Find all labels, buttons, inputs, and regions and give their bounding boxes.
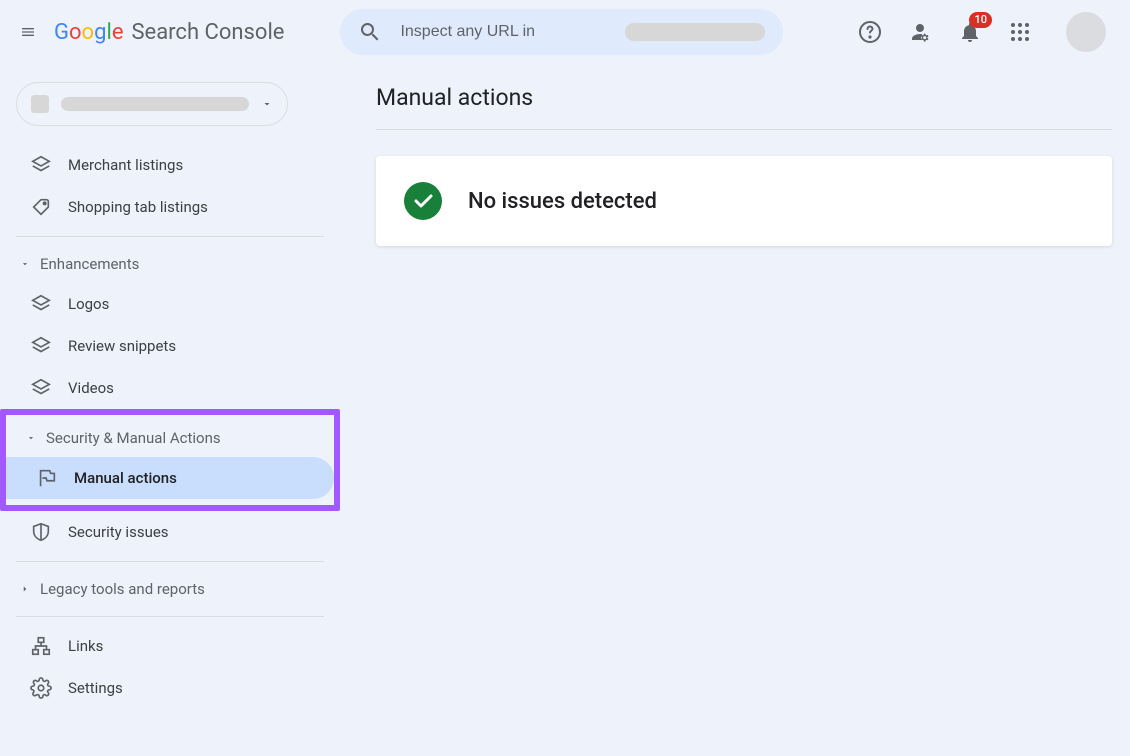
layers-icon	[30, 154, 52, 176]
flag-icon	[36, 467, 58, 489]
shield-icon	[30, 521, 52, 543]
google-logo: Google	[54, 20, 123, 45]
sidebar-section-security[interactable]: Security & Manual Actions	[6, 419, 334, 457]
gear-icon	[30, 677, 52, 699]
divider	[376, 129, 1112, 130]
sitemap-icon	[30, 635, 52, 657]
layers-icon	[30, 335, 52, 357]
redacted-property-name	[61, 97, 249, 111]
section-label: Enhancements	[40, 255, 139, 273]
sidebar-item-review-snippets[interactable]: Review snippets	[0, 325, 340, 367]
help-icon[interactable]	[858, 20, 882, 44]
section-label: Security & Manual Actions	[46, 429, 221, 447]
sidebar-item-label: Logos	[68, 295, 109, 313]
property-favicon	[31, 95, 49, 113]
product-name: Search Console	[131, 20, 284, 45]
menu-icon[interactable]	[16, 20, 40, 44]
sidebar-item-settings[interactable]: Settings	[0, 667, 340, 709]
sidebar-item-security-issues[interactable]: Security issues	[0, 511, 340, 553]
property-selector[interactable]	[16, 82, 288, 126]
sidebar-item-links[interactable]: Links	[0, 625, 340, 667]
search-icon	[358, 20, 382, 44]
notifications-icon[interactable]: 10	[958, 20, 982, 44]
sidebar-item-label: Videos	[68, 379, 114, 397]
chevron-down-icon	[26, 433, 36, 443]
sidebar-section-legacy[interactable]: Legacy tools and reports	[0, 570, 340, 608]
divider	[16, 236, 324, 237]
sidebar-item-manual-actions[interactable]: Manual actions	[6, 457, 334, 499]
layers-icon	[30, 293, 52, 315]
sidebar-section-enhancements[interactable]: Enhancements	[0, 245, 340, 283]
chevron-down-icon	[20, 259, 30, 269]
sidebar-item-logos[interactable]: Logos	[0, 283, 340, 325]
chevron-right-icon	[20, 584, 30, 594]
sidebar-item-label: Links	[68, 637, 103, 655]
sidebar-item-label: Merchant listings	[68, 156, 183, 174]
apps-icon[interactable]	[1008, 20, 1032, 44]
sidebar-item-videos[interactable]: Videos	[0, 367, 340, 409]
product-logo[interactable]: Google Search Console	[54, 20, 284, 45]
sidebar-item-label: Review snippets	[68, 337, 176, 355]
sidebar-item-merchant-listings[interactable]: Merchant listings	[0, 144, 340, 186]
tag-icon	[30, 196, 52, 218]
sidebar-item-label: Settings	[68, 679, 123, 697]
layers-icon	[30, 377, 52, 399]
status-text: No issues detected	[468, 189, 657, 214]
sidebar: Merchant listings Shopping tab listings …	[0, 64, 340, 756]
divider	[16, 616, 324, 617]
sidebar-item-shopping-tab[interactable]: Shopping tab listings	[0, 186, 340, 228]
page-title: Manual actions	[376, 84, 1112, 111]
notification-badge: 10	[969, 12, 992, 28]
sidebar-item-label: Security issues	[68, 523, 169, 541]
sidebar-item-label: Shopping tab listings	[68, 198, 208, 216]
user-settings-icon[interactable]	[908, 20, 932, 44]
url-inspect-input[interactable]	[400, 23, 607, 41]
divider	[16, 561, 324, 562]
annotation-highlight: Security & Manual Actions Manual actions	[0, 409, 340, 511]
main-content: Manual actions No issues detected	[340, 64, 1130, 756]
section-label: Legacy tools and reports	[40, 580, 205, 598]
url-inspect-search[interactable]	[340, 9, 783, 55]
avatar[interactable]	[1066, 12, 1106, 52]
redacted-property	[625, 23, 765, 41]
top-bar: Google Search Console 10	[0, 0, 1130, 64]
success-check-icon	[404, 182, 442, 220]
chevron-down-icon	[261, 98, 273, 110]
sidebar-item-label: Manual actions	[74, 469, 177, 487]
status-card: No issues detected	[376, 156, 1112, 246]
